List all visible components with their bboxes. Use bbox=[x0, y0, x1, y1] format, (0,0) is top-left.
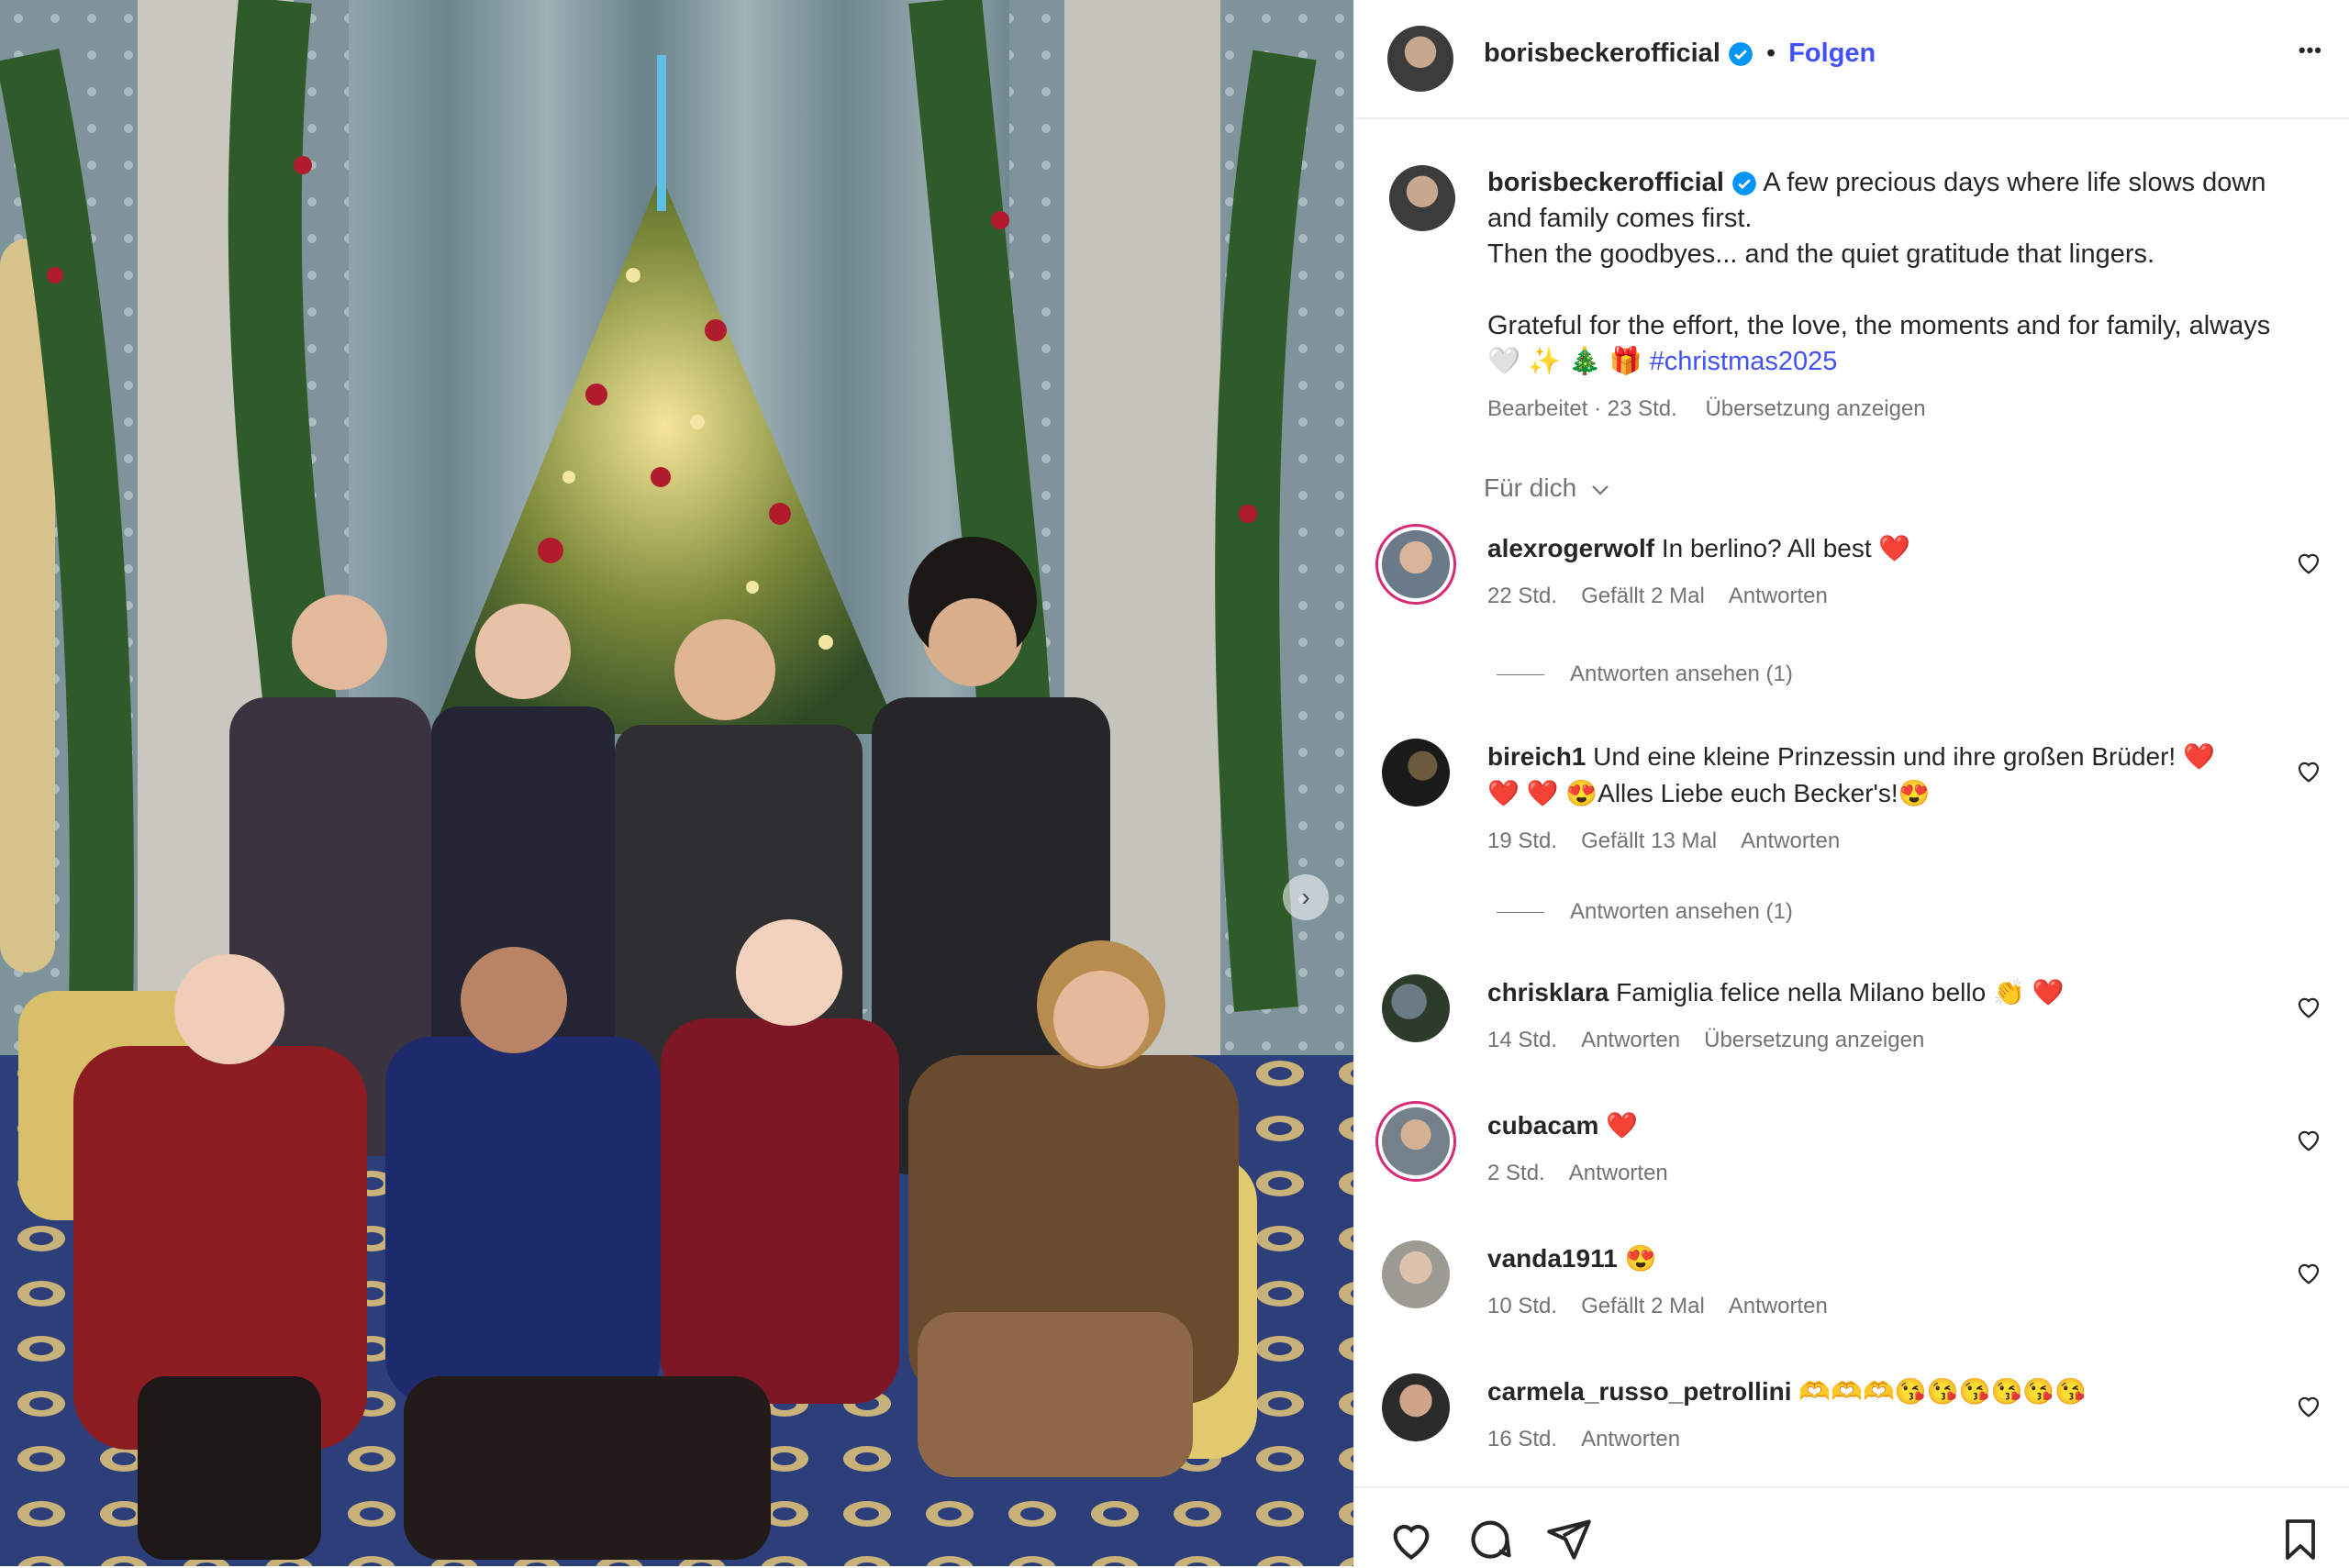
like-heart-icon[interactable] bbox=[1387, 1516, 1435, 1563]
reply-button[interactable]: Antworten bbox=[1569, 1161, 1668, 1185]
comment-text: ❤️ bbox=[1606, 1111, 1639, 1140]
comment-text: 🫶🫶🫶😘😘😘😘😘😘 bbox=[1798, 1377, 2087, 1406]
like-comment-heart-icon[interactable] bbox=[2295, 993, 2322, 1020]
separator-dot: • bbox=[1766, 39, 1776, 68]
comment-avatar[interactable] bbox=[1382, 1373, 1450, 1441]
translate-link[interactable]: Übersetzung anzeigen bbox=[1704, 1028, 1924, 1052]
post-action-bar bbox=[1354, 1486, 2349, 1568]
verified-badge-icon bbox=[1732, 172, 1756, 196]
caption-line: A few precious days where life slows dow… bbox=[1763, 168, 2266, 197]
comment-time: 14 Std. bbox=[1487, 1028, 1558, 1052]
comment-bubble-icon[interactable] bbox=[1466, 1516, 1514, 1563]
share-paper-plane-icon[interactable] bbox=[1545, 1516, 1593, 1563]
comment-time: 10 Std. bbox=[1487, 1294, 1558, 1318]
caption-avatar[interactable] bbox=[1389, 165, 1455, 231]
chevron-down-icon bbox=[1592, 484, 1609, 495]
next-image-button[interactable]: › bbox=[1283, 874, 1329, 920]
comment-likes[interactable]: Gefällt 13 Mal bbox=[1581, 828, 1717, 853]
like-comment-heart-icon[interactable] bbox=[2295, 1259, 2322, 1286]
comment-likes[interactable]: Gefällt 2 Mal bbox=[1581, 584, 1705, 608]
comment-avatar[interactable] bbox=[1382, 1107, 1450, 1175]
like-comment-heart-icon[interactable] bbox=[2295, 757, 2322, 784]
comment-time: 2 Std. bbox=[1487, 1161, 1545, 1185]
comment-avatar[interactable] bbox=[1382, 530, 1450, 598]
comment-likes[interactable]: Gefällt 2 Mal bbox=[1581, 1294, 1705, 1318]
view-replies-button[interactable]: Antworten ansehen (1) bbox=[1497, 662, 1793, 687]
caption-username[interactable]: borisbeckerofficial bbox=[1487, 168, 1724, 197]
post-header: borisbeckerofficial • Folgen ••• bbox=[1354, 0, 2349, 119]
comment-time: 16 Std. bbox=[1487, 1427, 1558, 1451]
family-christmas-photo bbox=[0, 0, 1353, 1566]
comment-username[interactable]: alexrogerwolf bbox=[1487, 534, 1654, 562]
hashtag-link[interactable]: #christmas2025 bbox=[1650, 347, 1838, 376]
comment-avatar[interactable] bbox=[1382, 739, 1450, 806]
post-caption: borisbeckerofficial A few precious days … bbox=[1487, 165, 2322, 427]
comment-username[interactable]: vanda1911 bbox=[1487, 1244, 1618, 1273]
post-side-panel: borisbeckerofficial • Folgen ••• borisbe… bbox=[1353, 0, 2349, 1566]
comment-avatar[interactable] bbox=[1382, 1240, 1450, 1308]
comment-time: 19 Std. bbox=[1487, 828, 1558, 853]
sort-label: Für dich bbox=[1484, 473, 1577, 502]
comment-username[interactable]: chrisklara bbox=[1487, 978, 1609, 1006]
chevron-right-icon: › bbox=[1301, 883, 1310, 911]
reply-button[interactable]: Antworten bbox=[1581, 1028, 1680, 1052]
view-replies-button[interactable]: Antworten ansehen (1) bbox=[1497, 899, 1793, 925]
comment-text: In berlino? All best ❤️ bbox=[1661, 534, 1911, 562]
post-photo[interactable]: › bbox=[0, 0, 1353, 1566]
reply-button[interactable]: Antworten bbox=[1729, 1294, 1828, 1318]
author-username[interactable]: borisbeckerofficial bbox=[1484, 39, 1720, 68]
caption-line: Then the goodbyes... and the quiet grati… bbox=[1487, 239, 2155, 269]
follow-button[interactable]: Folgen bbox=[1788, 39, 1876, 68]
comment-username[interactable]: cubacam bbox=[1487, 1111, 1598, 1140]
comment-text: Und eine kleine Prinzessin und ihre groß… bbox=[1487, 742, 2215, 807]
comment-avatar[interactable] bbox=[1382, 974, 1450, 1042]
comment-text: 😍 bbox=[1624, 1244, 1657, 1273]
save-bookmark-icon[interactable] bbox=[2278, 1516, 2322, 1563]
edited-timestamp: Bearbeitet · 23 Std. bbox=[1487, 396, 1677, 421]
like-comment-heart-icon[interactable] bbox=[2295, 1392, 2322, 1419]
caption-emojis: 🤍 ✨ 🎄 🎁 bbox=[1487, 347, 1642, 376]
translate-link[interactable]: Übersetzung anzeigen bbox=[1705, 396, 1925, 421]
caption-line: Grateful for the effort, the love, the m… bbox=[1487, 311, 2271, 340]
comment-text: Famiglia felice nella Milano bello 👏 ❤️ bbox=[1616, 978, 2065, 1006]
caption-line: and family comes first. bbox=[1487, 204, 1753, 233]
more-options-icon[interactable]: ••• bbox=[2299, 39, 2322, 62]
sort-dropdown[interactable]: Für dich bbox=[1484, 473, 1611, 503]
reply-button[interactable]: Antworten bbox=[1581, 1427, 1680, 1451]
reply-button[interactable]: Antworten bbox=[1729, 584, 1828, 608]
reply-button[interactable]: Antworten bbox=[1741, 828, 1840, 853]
comment-username[interactable]: carmela_russo_petrollini bbox=[1487, 1377, 1791, 1406]
like-comment-heart-icon[interactable] bbox=[2295, 1126, 2322, 1153]
author-avatar[interactable] bbox=[1387, 26, 1453, 92]
comment-time: 22 Std. bbox=[1487, 584, 1558, 608]
verified-badge-icon bbox=[1729, 42, 1753, 67]
like-comment-heart-icon[interactable] bbox=[2295, 549, 2322, 576]
comment-username[interactable]: bireich1 bbox=[1487, 742, 1586, 771]
